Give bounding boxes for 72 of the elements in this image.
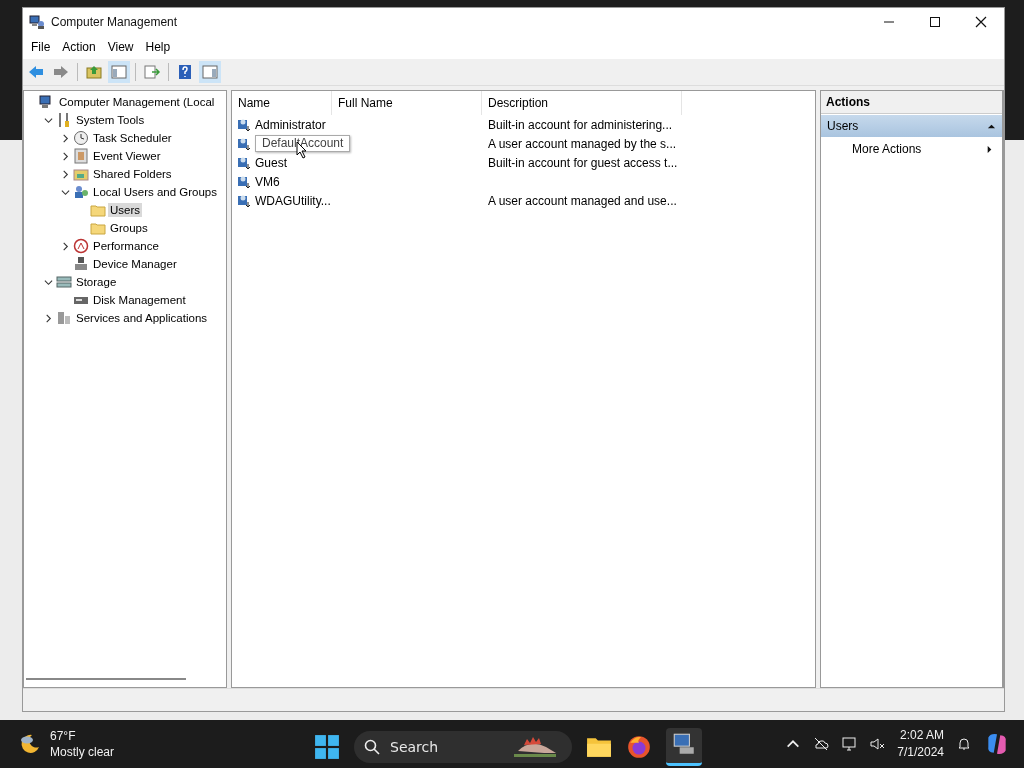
bell-icon[interactable] xyxy=(956,736,972,752)
taskbar-app-button[interactable] xyxy=(666,728,702,766)
clock-date[interactable]: 7/1/2024 xyxy=(897,744,944,761)
tree-item[interactable]: Shared Folders xyxy=(91,167,174,181)
menu-item[interactable]: View xyxy=(101,40,140,54)
table-cell: Guest xyxy=(255,155,287,170)
tree-item[interactable]: Computer Management (Local xyxy=(57,95,217,109)
table-cell-text: A user account managed and use... xyxy=(487,193,677,208)
tooltip: DefaultAccount xyxy=(255,135,351,152)
tree-item[interactable]: Task Scheduler xyxy=(91,131,174,145)
tree-item[interactable]: Services and Applications xyxy=(74,311,210,325)
expand-chevron-icon[interactable] xyxy=(44,313,53,323)
speaker-muted-icon[interactable] xyxy=(869,736,886,752)
tree-item[interactable]: Storage xyxy=(74,275,119,289)
search-bar[interactable]: Search xyxy=(354,731,572,763)
shared-folder-icon xyxy=(73,166,89,182)
submenu-arrow-icon xyxy=(985,144,994,154)
actions-section[interactable]: Users xyxy=(821,115,1002,137)
gauge-icon xyxy=(73,238,89,254)
clock-icon xyxy=(73,130,89,146)
table-cell: Administrator xyxy=(255,117,326,132)
table-cell-text: A user account managed by the s... xyxy=(487,136,677,151)
folder-icon xyxy=(90,202,106,218)
column-header[interactable]: Name xyxy=(232,91,332,115)
users-icon xyxy=(73,184,89,200)
collapse-chevron-icon[interactable] xyxy=(44,277,53,287)
scrollbar-thumb[interactable] xyxy=(26,678,186,680)
action-link[interactable]: More Actions xyxy=(852,142,922,156)
device-icon xyxy=(73,256,89,272)
table-cell: WDAGUtility... xyxy=(255,193,331,208)
start-icon[interactable] xyxy=(314,734,340,760)
collapse-chevron-icon[interactable] xyxy=(61,187,70,197)
tree-item[interactable]: Local Users and Groups xyxy=(91,185,219,199)
expand-chevron-icon[interactable] xyxy=(61,151,70,161)
tree-item[interactable]: System Tools xyxy=(74,113,147,127)
table-cell-text: Built-in account for administering... xyxy=(487,117,673,132)
weather-condition: Mostly clear xyxy=(50,744,114,760)
clock-time[interactable]: 2:02 AM xyxy=(899,727,944,744)
storage-icon xyxy=(56,274,72,290)
column-header[interactable]: Full Name xyxy=(332,91,482,115)
moon-cloud-icon xyxy=(18,732,42,756)
services-icon xyxy=(56,310,72,326)
column-header[interactable]: Description xyxy=(482,91,682,115)
folder-icon xyxy=(90,220,106,236)
menu-item[interactable]: File xyxy=(25,40,57,54)
window-title: Computer Management xyxy=(51,14,178,29)
tree-item[interactable]: Disk Management xyxy=(91,293,188,307)
tree-item[interactable]: Groups xyxy=(108,221,150,235)
menu-item[interactable]: Action xyxy=(56,40,102,54)
collapse-chevron-icon[interactable] xyxy=(44,115,53,125)
table-cell: VM6 xyxy=(255,174,280,189)
search-input[interactable]: Search xyxy=(388,738,502,756)
search-icon xyxy=(364,739,380,755)
cloud-off-icon[interactable] xyxy=(813,736,830,752)
actions-header: Actions xyxy=(821,91,1002,114)
tree-item[interactable]: Device Manager xyxy=(91,257,179,271)
computer-management-icon xyxy=(29,13,45,30)
computer-management-icon xyxy=(671,731,697,757)
event-log-icon xyxy=(73,148,89,164)
table-cell-text: Built-in account for guest access t... xyxy=(487,155,678,170)
temperature: 67°F xyxy=(50,728,77,744)
expand-chevron-icon[interactable] xyxy=(61,241,70,251)
expand-chevron-icon[interactable] xyxy=(61,133,70,143)
section-title: Users xyxy=(827,119,859,133)
expand-chevron-icon[interactable] xyxy=(61,169,70,179)
network-icon[interactable] xyxy=(841,736,858,752)
tools-icon xyxy=(56,112,72,128)
tree-item[interactable]: Performance xyxy=(91,239,161,253)
tree-item[interactable]: Event Viewer xyxy=(91,149,163,163)
tree-item[interactable]: Users xyxy=(108,203,143,217)
menu-item[interactable]: Help xyxy=(139,40,177,54)
browser-icon[interactable] xyxy=(626,734,652,760)
